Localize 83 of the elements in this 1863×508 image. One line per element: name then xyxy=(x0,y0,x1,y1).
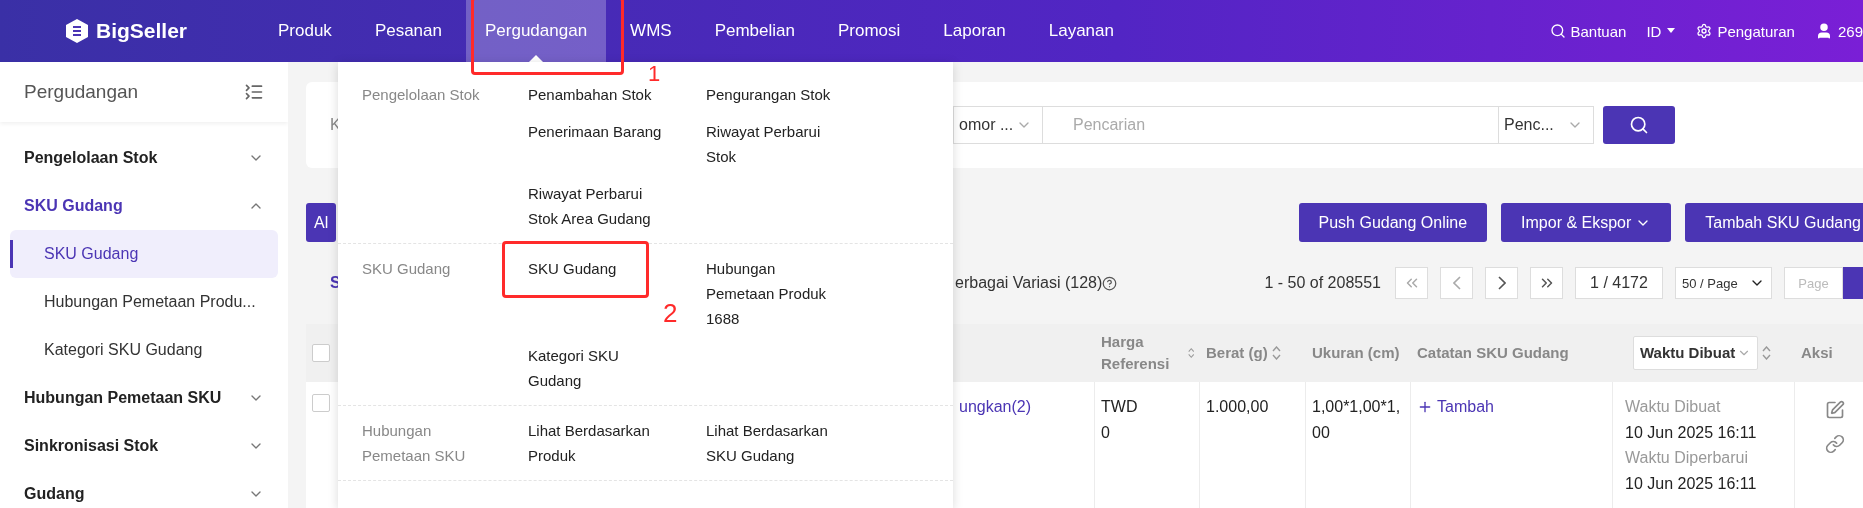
column-header: Harga Referensi xyxy=(1101,332,1171,374)
sort-icon[interactable] xyxy=(1187,346,1194,360)
mode-select[interactable]: Penc... xyxy=(1498,106,1594,144)
sort-icon[interactable] xyxy=(1762,346,1772,360)
variant-note: erbagai Variasi (128) xyxy=(955,274,1103,292)
checkbox[interactable] xyxy=(312,394,330,412)
action-button[interactable]: Tambah SKU Gudang xyxy=(1685,203,1863,242)
nav-tab[interactable]: Laporan xyxy=(924,0,1025,62)
menu-item[interactable]: Lihat Berdasarkan Produk xyxy=(528,418,673,468)
table-cell-text: 0 xyxy=(1101,422,1111,443)
menu-item[interactable]: Hubungan Pemetaan Produk 1688 xyxy=(706,256,836,331)
nav-tab[interactable]: Pembelian xyxy=(695,0,814,62)
menu-group-label: SKU Gudang xyxy=(362,259,452,279)
next-page-button[interactable] xyxy=(1485,267,1518,299)
menu-item[interactable]: SKU Gudang xyxy=(528,256,617,281)
nav-tab[interactable]: Produk xyxy=(259,0,351,62)
sidebar-group[interactable]: Pengelolaan Stok xyxy=(0,134,288,182)
bigseller-logo[interactable]: BigSeller xyxy=(0,0,259,62)
table-cell-text: 10 Jun 2025 16:11 xyxy=(1625,422,1758,443)
menu-button[interactable]: Impor & Ekspor xyxy=(1501,203,1672,242)
annotation-number: 1 xyxy=(648,63,661,85)
table-cell-text: TWD xyxy=(1101,397,1139,417)
nav-tab[interactable]: WMS xyxy=(611,0,691,62)
menu-item[interactable]: Lihat Berdasarkan SKU Gudang xyxy=(706,418,836,468)
search-icon xyxy=(1629,115,1649,135)
add-note-link[interactable]: Tambah xyxy=(1417,394,1494,420)
menu-group-label: Pengelolaan Stok xyxy=(362,85,481,105)
sidebar-item[interactable]: Kategori SKU Gudang xyxy=(10,326,278,374)
sidebar-item[interactable]: Hubungan Pemetaan Produ... xyxy=(10,278,278,326)
page-range: 1 - 50 of 208551 xyxy=(1264,274,1381,292)
user-menu[interactable]: 269 xyxy=(1814,22,1863,40)
table-cell-text: 1,00*1,00*1,00 xyxy=(1312,397,1402,443)
sidebar-group[interactable]: Hubungan Pemetaan SKU xyxy=(0,374,288,422)
chevron-right-icon xyxy=(1497,276,1506,290)
collapse-icon[interactable] xyxy=(244,82,264,102)
sidebar-group[interactable]: SKU Gudang xyxy=(0,182,288,230)
settings-link[interactable]: Pengaturan xyxy=(1696,22,1795,40)
time-label: Waktu Dibuat xyxy=(1625,397,1722,417)
last-page-button[interactable] xyxy=(1530,267,1563,299)
search-icon xyxy=(1549,23,1566,39)
edit-icon[interactable] xyxy=(1824,400,1845,420)
sidebar-title: Pergudangan xyxy=(24,81,139,103)
time-label: Waktu Diperbarui xyxy=(1625,448,1749,469)
help-link[interactable]: Bantuan xyxy=(1549,22,1627,40)
type-select[interactable]: omor ... xyxy=(953,106,1043,144)
page-size-select[interactable]: 50 / Page xyxy=(1675,267,1772,299)
menu-item[interactable]: Riwayat Perbarui Stok xyxy=(706,119,836,169)
page-input[interactable]: Page xyxy=(1784,267,1843,299)
nav-tab[interactable]: Layanan xyxy=(1029,0,1133,62)
menu-item[interactable]: Penerimaan Barang xyxy=(528,119,662,144)
table-cell-text: 1.000,00 xyxy=(1206,397,1270,417)
nav-tab[interactable]: Promosi xyxy=(818,0,920,62)
chevron-left-icon xyxy=(1452,276,1461,290)
menu-item[interactable]: Pengurangan Stok xyxy=(706,82,831,107)
column-header: Ukuran (cm) xyxy=(1312,343,1400,364)
checkbox[interactable] xyxy=(312,344,330,362)
sidebar-group[interactable]: Sinkronisasi Stok xyxy=(0,422,288,470)
menu-group-label: Hubungan Pemetaan SKU xyxy=(362,421,467,466)
action-button[interactable]: Push Gudang Online xyxy=(1298,203,1488,242)
table-cell-text: 10 Jun 2025 16:11 xyxy=(1625,473,1758,494)
search-button[interactable] xyxy=(1603,106,1675,144)
sidebar-item[interactable]: SKU Gudang xyxy=(10,230,278,278)
sort-icon[interactable] xyxy=(1271,346,1281,360)
menu-item[interactable]: Penambahan Stok xyxy=(528,82,652,107)
sort-select[interactable]: Waktu Dibuat xyxy=(1633,336,1759,370)
search-field[interactable]: Pencarian xyxy=(1043,106,1498,144)
column-header: Aksi xyxy=(1801,343,1833,364)
gear-icon xyxy=(1696,23,1713,39)
nav-tab[interactable]: Pesanan xyxy=(355,0,461,62)
page-indicator: 1 / 4172 xyxy=(1575,267,1663,299)
menu-item[interactable]: Kategori SKU Gudang xyxy=(528,343,673,393)
language-select[interactable]: ID xyxy=(1646,22,1677,40)
column-header: Catatan SKU Gudang xyxy=(1417,343,1569,364)
column-header: Berat (g) xyxy=(1206,343,1268,364)
link-icon[interactable] xyxy=(1824,434,1845,454)
help-icon[interactable] xyxy=(1102,275,1118,291)
action-button[interactable]: Al xyxy=(306,203,337,242)
annotation-number: 2 xyxy=(663,300,678,326)
first-page-button[interactable] xyxy=(1395,267,1428,299)
sidebar-group[interactable]: Gudang xyxy=(0,470,288,508)
caret-icon xyxy=(1666,28,1677,34)
menu-item[interactable]: Riwayat Perbarui Stok Area Gudang xyxy=(528,181,673,231)
prev-page-button[interactable] xyxy=(1440,267,1473,299)
